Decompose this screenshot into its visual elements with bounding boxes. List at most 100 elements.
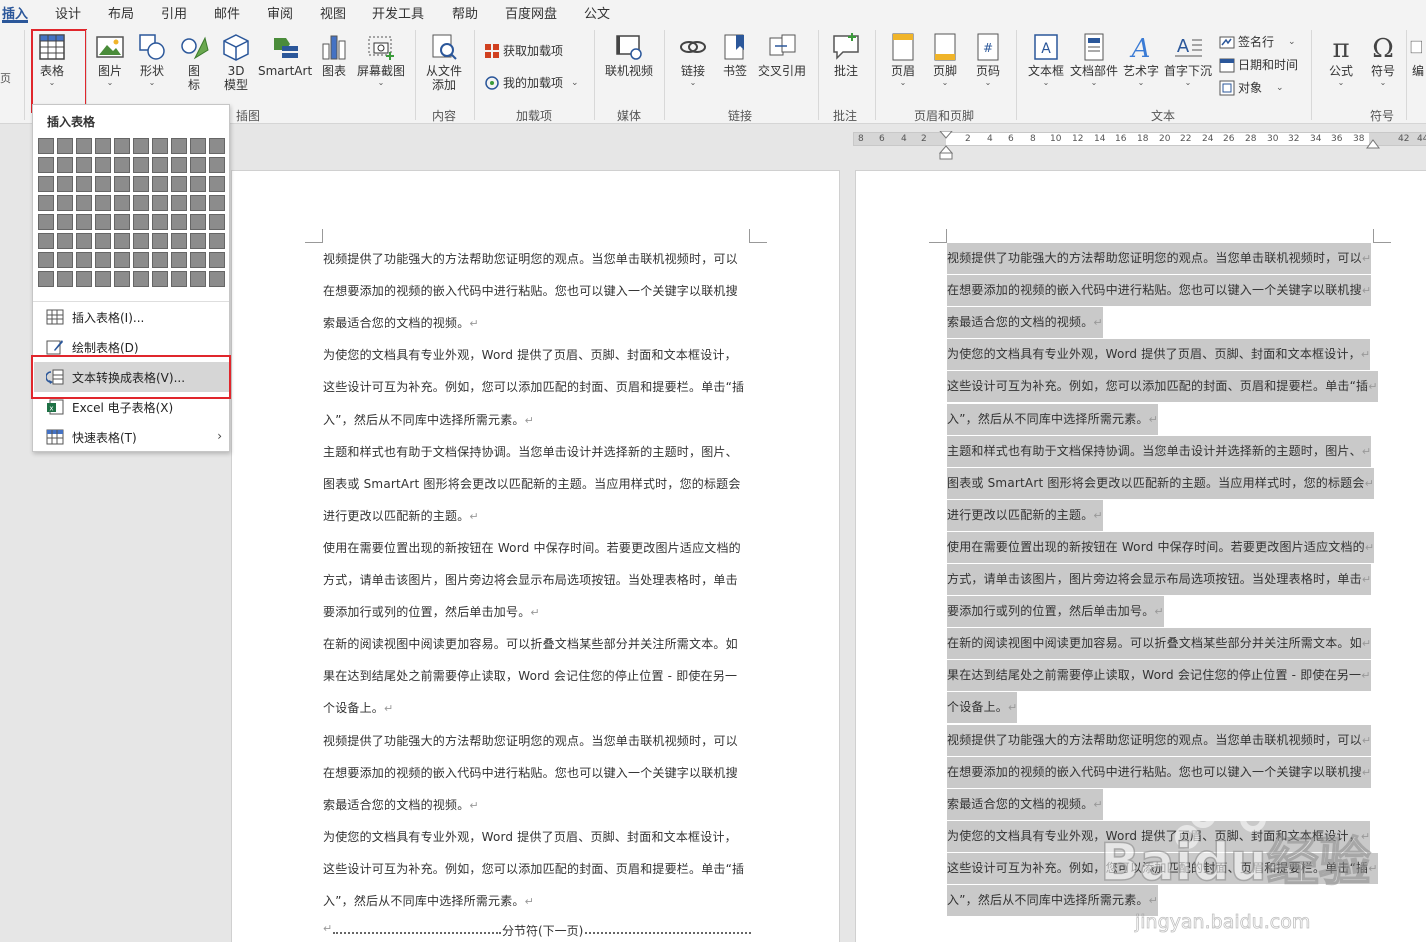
table-grid-cell[interactable]: [95, 157, 111, 173]
table-grid-cell[interactable]: [76, 271, 92, 287]
table-grid-cell[interactable]: [57, 138, 73, 154]
chart-button[interactable]: 图表: [319, 32, 349, 78]
table-grid-cell[interactable]: [209, 138, 225, 154]
online-video-button[interactable]: 联机视频: [603, 32, 655, 78]
table-grid-cell[interactable]: [114, 176, 130, 192]
table-grid-cell[interactable]: [209, 252, 225, 268]
table-grid-cell[interactable]: [95, 233, 111, 249]
tab-view[interactable]: 视图: [320, 3, 346, 22]
table-grid-cell[interactable]: [152, 214, 168, 230]
table-grid-cell[interactable]: [152, 271, 168, 287]
menu-item-quick-tables[interactable]: 快速表格(T) ›: [34, 422, 230, 452]
table-grid-cell[interactable]: [171, 138, 187, 154]
footer-button[interactable]: 页脚 ⌄: [930, 32, 960, 88]
table-grid-cell[interactable]: [76, 176, 92, 192]
table-grid-cell[interactable]: [38, 271, 54, 287]
shape-button[interactable]: 形状 ⌄: [137, 32, 167, 88]
comment-button[interactable]: 批注: [829, 32, 863, 78]
table-grid-cell[interactable]: [171, 252, 187, 268]
header-button[interactable]: 页眉 ⌄: [888, 32, 918, 88]
table-grid-cell[interactable]: [114, 195, 130, 211]
table-grid-cell[interactable]: [152, 157, 168, 173]
table-grid-cell[interactable]: [190, 214, 206, 230]
tab-review[interactable]: 审阅: [267, 3, 293, 22]
date-time-button[interactable]: 日期和时间: [1219, 56, 1298, 73]
table-grid-cell[interactable]: [95, 252, 111, 268]
icons-button[interactable]: 图 标: [179, 32, 209, 92]
tab-layout[interactable]: 布局: [108, 3, 134, 22]
menu-item-insert-table[interactable]: 插入表格(I)...: [34, 302, 230, 332]
table-grid-cell[interactable]: [190, 233, 206, 249]
table-grid-cell[interactable]: [133, 157, 149, 173]
horizontal-ruler[interactable]: 8 6 4 2 2 4 6 8 10 12 14 16 18 20 22 24 26 28 30 32 34 36 38 42…: [853, 131, 1426, 160]
add-from-file-button[interactable]: 从文件 添加: [424, 32, 464, 92]
table-grid-cell[interactable]: [38, 157, 54, 173]
table-grid-cell[interactable]: [57, 271, 73, 287]
table-grid-cell[interactable]: [95, 176, 111, 192]
table-grid-cell[interactable]: [114, 157, 130, 173]
tab-official-doc[interactable]: 公文: [584, 3, 610, 22]
table-grid-cell[interactable]: [57, 157, 73, 173]
table-grid-cell[interactable]: [171, 157, 187, 173]
table-grid-cell[interactable]: [152, 176, 168, 192]
table-grid-cell[interactable]: [190, 176, 206, 192]
table-grid-cell[interactable]: [76, 233, 92, 249]
table-grid-cell[interactable]: [38, 233, 54, 249]
table-grid-cell[interactable]: [152, 252, 168, 268]
table-grid-cell[interactable]: [95, 138, 111, 154]
tab-help[interactable]: 帮助: [452, 3, 478, 22]
table-grid-cell[interactable]: [209, 214, 225, 230]
table-grid-cell[interactable]: [190, 252, 206, 268]
edit-button[interactable]: 编: [1410, 32, 1426, 78]
table-grid-cell[interactable]: [57, 214, 73, 230]
table-grid-cell[interactable]: [76, 252, 92, 268]
table-grid-cell[interactable]: [76, 214, 92, 230]
page-number-button[interactable]: # 页码 ⌄: [973, 32, 1003, 88]
link-button[interactable]: 链接 ⌄: [677, 32, 709, 88]
table-grid-cell[interactable]: [76, 157, 92, 173]
right-indent-marker-icon[interactable]: [1366, 139, 1380, 149]
table-grid-cell[interactable]: [95, 195, 111, 211]
table-grid-cell[interactable]: [114, 252, 130, 268]
tab-developer[interactable]: 开发工具: [372, 3, 424, 22]
table-grid-cell[interactable]: [133, 195, 149, 211]
table-grid-cell[interactable]: [190, 195, 206, 211]
table-grid-cell[interactable]: [57, 176, 73, 192]
table-grid-cell[interactable]: [114, 233, 130, 249]
table-grid-cell[interactable]: [38, 195, 54, 211]
table-grid-cell[interactable]: [95, 271, 111, 287]
tab-baidu-netdisk[interactable]: 百度网盘: [505, 3, 557, 22]
table-grid-cell[interactable]: [152, 195, 168, 211]
3d-model-button[interactable]: 3D 模型: [221, 32, 251, 92]
textbox-button[interactable]: A 文本框 ⌄: [1026, 32, 1066, 88]
tab-references[interactable]: 引用: [161, 3, 187, 22]
table-grid-cell[interactable]: [114, 138, 130, 154]
my-addins-button[interactable]: 我的加载项 ⌄: [484, 74, 579, 91]
table-grid-cell[interactable]: [114, 271, 130, 287]
cross-reference-button[interactable]: 交叉引用: [757, 32, 807, 78]
table-grid-cell[interactable]: [38, 176, 54, 192]
table-grid-cell[interactable]: [133, 176, 149, 192]
table-grid-cell[interactable]: [152, 233, 168, 249]
table-grid-cell[interactable]: [57, 233, 73, 249]
table-grid-cell[interactable]: [171, 271, 187, 287]
table-grid-cell[interactable]: [171, 176, 187, 192]
table-grid-cell[interactable]: [114, 214, 130, 230]
get-addins-button[interactable]: 获取加载项: [484, 42, 563, 59]
equation-button[interactable]: π 公式 ⌄: [1326, 32, 1356, 88]
table-grid-cell[interactable]: [209, 233, 225, 249]
table-grid-cell[interactable]: [76, 138, 92, 154]
table-grid-cell[interactable]: [190, 157, 206, 173]
table-grid-cell[interactable]: [209, 271, 225, 287]
table-grid-cell[interactable]: [95, 214, 111, 230]
table-grid-cell[interactable]: [76, 195, 92, 211]
table-grid-cell[interactable]: [171, 195, 187, 211]
table-grid-cell[interactable]: [171, 233, 187, 249]
table-grid-cell[interactable]: [38, 214, 54, 230]
screenshot-button[interactable]: 屏幕截图 ⌄: [356, 32, 406, 88]
drop-cap-button[interactable]: A 首字下沉 ⌄: [1163, 32, 1213, 88]
wordart-button[interactable]: A 艺术字 ⌄: [1121, 32, 1161, 88]
table-grid-cell[interactable]: [171, 214, 187, 230]
table-grid-cell[interactable]: [133, 138, 149, 154]
table-grid-cell[interactable]: [133, 252, 149, 268]
